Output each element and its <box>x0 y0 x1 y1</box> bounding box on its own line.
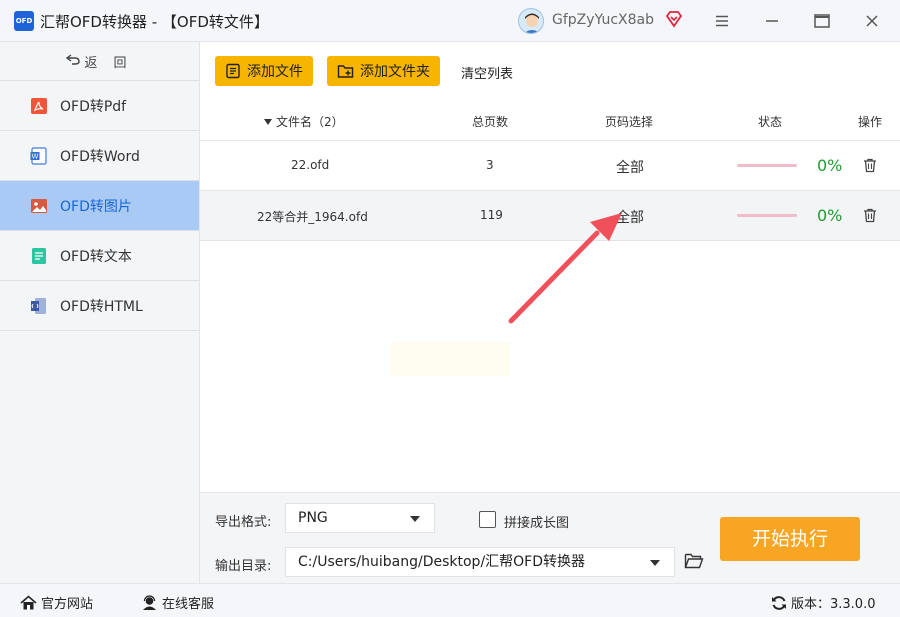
online-service-label: 在线客服 <box>162 597 215 612</box>
add-file-icon <box>226 63 240 79</box>
back-button[interactable]: 返 回 <box>0 42 199 81</box>
user-name[interactable]: GfpZyYucX8ab <box>552 12 654 28</box>
back-label: 返 回 <box>84 55 133 71</box>
header-page-select: 页码选择 <box>605 115 654 129</box>
output-settings-panel: 导出格式: PNG 拼接成长图 输出目录: C:/Users/huibang/D… <box>200 492 900 583</box>
row-pages: 3 <box>486 158 494 172</box>
row-pages: 119 <box>480 208 503 222</box>
merge-long-image-checkbox[interactable] <box>479 511 496 528</box>
header-status: 状态 <box>758 115 783 129</box>
menu-icon[interactable] <box>711 10 733 32</box>
header-action: 操作 <box>858 115 883 129</box>
sidebar-item-ofd-to-pdf[interactable]: OFD转Pdf <box>0 81 199 131</box>
sidebar-item-ofd-to-word[interactable]: W OFD转Word <box>0 131 199 181</box>
progress-bar <box>737 164 797 167</box>
html-icon <box>30 297 48 315</box>
sidebar: 返 回 OFD转Pdf W OFD转Word OFD转图片 OFD转文本 OFD… <box>0 42 200 583</box>
sidebar-item-ofd-to-image[interactable]: OFD转图片 <box>0 181 199 231</box>
header-filename: 文件名（2） <box>276 115 344 129</box>
table-row[interactable]: 22.ofd 3 全部 0% <box>200 141 900 191</box>
add-file-label: 添加文件 <box>247 64 303 80</box>
sidebar-item-ofd-to-text[interactable]: OFD转文本 <box>0 231 199 281</box>
chevron-down-icon <box>650 560 660 566</box>
format-select[interactable]: PNG <box>285 503 435 533</box>
progress-percent: 0% <box>817 156 843 175</box>
sidebar-item-label: OFD转图片 <box>60 198 132 215</box>
clear-list-button[interactable]: 清空列表 <box>461 63 513 82</box>
home-icon <box>20 594 37 609</box>
open-folder-icon[interactable] <box>684 552 704 570</box>
pdf-icon <box>30 97 48 115</box>
app-logo-icon: OFD <box>14 11 34 31</box>
add-folder-label: 添加文件夹 <box>360 64 430 80</box>
progress-bar <box>737 214 797 217</box>
refresh-icon <box>772 595 786 610</box>
toolbar: 添加文件 添加文件夹 清空列表 <box>200 42 900 100</box>
file-table-header: 文件名（2） 总页数 页码选择 状态 操作 <box>200 100 900 141</box>
add-folder-icon <box>337 65 354 78</box>
delete-icon[interactable] <box>862 157 878 173</box>
official-website-label: 官方网站 <box>41 597 94 612</box>
window-title: 汇帮OFD转换器 - 【OFD转文件】 <box>40 13 269 31</box>
row-filename: 22等合并_1964.ofd <box>257 210 368 224</box>
row-page-select[interactable]: 全部 <box>616 207 644 227</box>
close-icon[interactable] <box>861 10 883 32</box>
merge-long-image-label[interactable]: 拼接成长图 <box>504 512 569 531</box>
empty-area-placeholder <box>390 342 510 376</box>
table-row[interactable]: 22等合并_1964.ofd 119 全部 0% <box>200 191 900 241</box>
title-bar: OFD 汇帮OFD转换器 - 【OFD转文件】 GfpZyYucX8ab <box>0 0 900 42</box>
output-dir-label: 输出目录: <box>215 559 272 574</box>
minimize-icon[interactable] <box>761 10 783 32</box>
status-bar: 官方网站 在线客服 版本：3.3.0.0 <box>0 583 900 617</box>
sort-filename-header[interactable]: 文件名（2） <box>264 113 344 130</box>
row-filename: 22.ofd <box>291 158 330 172</box>
output-dir-value: C:/Users/huibang/Desktop/汇帮OFD转换器 <box>298 554 586 570</box>
online-service-link[interactable]: 在线客服 <box>141 593 214 612</box>
row-page-select[interactable]: 全部 <box>616 157 644 177</box>
add-folder-button[interactable]: 添加文件夹 <box>327 56 440 86</box>
progress-percent: 0% <box>817 206 843 225</box>
start-button[interactable]: 开始执行 <box>720 517 860 561</box>
sidebar-item-label: OFD转文本 <box>60 248 132 265</box>
format-value: PNG <box>298 510 328 526</box>
sidebar-item-ofd-to-html[interactable]: OFD转HTML <box>0 281 199 331</box>
maximize-icon[interactable] <box>811 10 833 32</box>
delete-icon[interactable] <box>862 207 878 223</box>
chevron-down-icon <box>410 516 420 522</box>
avatar-face-icon <box>524 13 540 33</box>
sort-desc-icon <box>264 119 272 125</box>
svg-text:W: W <box>32 152 39 160</box>
user-avatar[interactable] <box>518 8 544 34</box>
sidebar-item-label: OFD转Pdf <box>60 98 127 115</box>
official-website-link[interactable]: 官方网站 <box>20 593 93 612</box>
output-dir-select[interactable]: C:/Users/huibang/Desktop/汇帮OFD转换器 <box>285 547 675 577</box>
word-icon: W <box>30 146 48 165</box>
vip-diamond-icon[interactable] <box>665 10 683 28</box>
image-icon <box>30 197 48 215</box>
text-icon <box>30 247 48 265</box>
add-file-button[interactable]: 添加文件 <box>215 56 313 86</box>
format-label: 导出格式: <box>215 515 272 530</box>
version-info[interactable]: 版本：3.3.0.0 <box>771 593 875 612</box>
sidebar-item-label: OFD转HTML <box>60 298 143 315</box>
customer-service-icon <box>143 594 156 610</box>
version-label: 版本：3.3.0.0 <box>791 597 876 612</box>
header-pages: 总页数 <box>472 115 509 129</box>
back-arrow-icon <box>66 53 81 69</box>
sidebar-item-label: OFD转Word <box>60 148 140 165</box>
